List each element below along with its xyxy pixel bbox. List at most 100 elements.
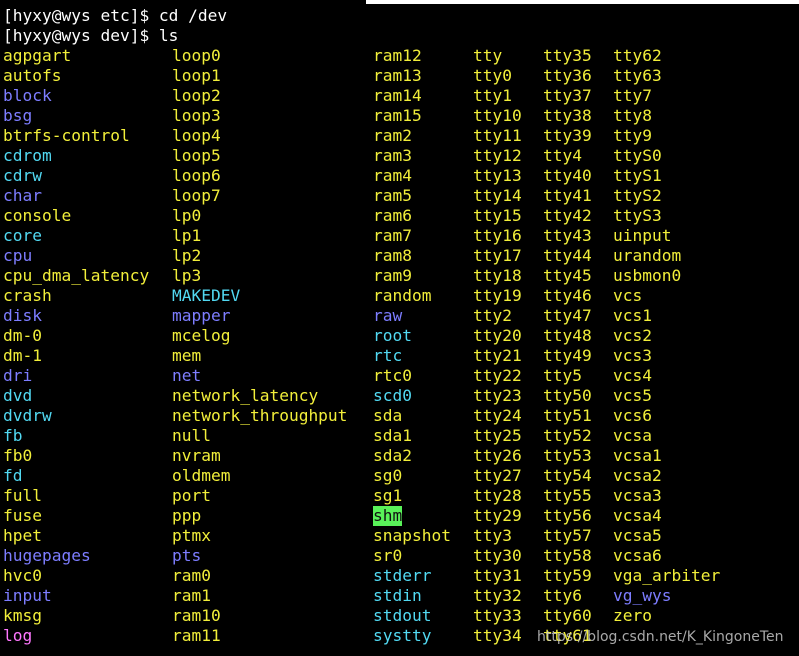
ls-entry: tty38 — [543, 106, 592, 125]
ls-entry: mapper — [172, 306, 231, 325]
ls-entry: tty28 — [473, 486, 522, 505]
ls-entry: hpet — [3, 526, 42, 545]
ls-entry: input — [3, 586, 52, 605]
prompt-line-1: [hyxy@wys etc]$ cd /dev — [3, 6, 228, 25]
ls-entry: lp2 — [172, 246, 202, 265]
ls-entry: ram0 — [172, 566, 211, 585]
ls-entry: tty — [473, 46, 503, 65]
ls-entry: pts — [172, 546, 202, 565]
ls-entry: tty0 — [473, 66, 512, 85]
ls-entry: autofs — [3, 66, 62, 85]
ls-entry: network_latency — [172, 386, 319, 405]
ls-entry: tty59 — [543, 566, 592, 585]
ls-entry: ram8 — [373, 246, 412, 265]
ls-entry: sda2 — [373, 446, 412, 465]
ls-entry: disk — [3, 306, 42, 325]
ls-entry: dm-1 — [3, 346, 42, 365]
ls-entry: root — [373, 326, 412, 345]
ls-entry: vcs3 — [613, 346, 652, 365]
ls-entry: vcsa — [613, 426, 652, 445]
ls-entry: tty43 — [543, 226, 592, 245]
ls-entry: tty12 — [473, 146, 522, 165]
ls-entry: loop6 — [172, 166, 221, 185]
ls-entry: tty56 — [543, 506, 592, 525]
ls-entry: tty11 — [473, 126, 522, 145]
watermark-text: https://blog.csdn.net/K_KingoneTen — [537, 629, 784, 645]
ls-entry: tty13 — [473, 166, 522, 185]
ls-entry: sg1 — [373, 486, 403, 505]
ls-entry: tty18 — [473, 266, 522, 285]
ls-entry: tty45 — [543, 266, 592, 285]
ls-entry: mem — [172, 346, 202, 365]
ls-entry: tty14 — [473, 186, 522, 205]
ls-entry: vg_wys — [613, 586, 672, 605]
ls-entry: ttyS2 — [613, 186, 662, 205]
ls-entry: cdrw — [3, 166, 42, 185]
ls-entry: tty3 — [473, 526, 512, 545]
ls-entry: tty4 — [543, 146, 582, 165]
ls-entry: shm — [373, 506, 403, 526]
ls-entry: ram3 — [373, 146, 412, 165]
ls-entry: ram15 — [373, 106, 422, 125]
ls-entry: vcs — [613, 286, 643, 305]
ls-entry: dri — [3, 366, 33, 385]
ls-entry: vcsa5 — [613, 526, 662, 545]
ls-entry: stdin — [373, 586, 422, 605]
ls-entry: ram7 — [373, 226, 412, 245]
ls-entry: vcsa3 — [613, 486, 662, 505]
ls-entry: tty35 — [543, 46, 592, 65]
ls-entry: tty26 — [473, 446, 522, 465]
ls-entry: oldmem — [172, 466, 231, 485]
ls-entry: tty34 — [473, 626, 522, 645]
ls-entry: tty51 — [543, 406, 592, 425]
ls-entry: snapshot — [373, 526, 451, 545]
ls-entry: nvram — [172, 446, 221, 465]
ls-entry: tty62 — [613, 46, 662, 65]
ls-entry: tty9 — [613, 126, 652, 145]
ls-entry: usbmon0 — [613, 266, 682, 285]
ls-entry: sr0 — [373, 546, 403, 565]
ls-entry: vcsa2 — [613, 466, 662, 485]
ls-entry: tty32 — [473, 586, 522, 605]
ls-entry: tty24 — [473, 406, 522, 425]
ls-entry: lp1 — [172, 226, 202, 245]
window-edge-strip — [366, 0, 799, 4]
ls-entry: ram10 — [172, 606, 221, 625]
ls-entry: ram12 — [373, 46, 422, 65]
ls-entry: MAKEDEV — [172, 286, 241, 305]
ls-entry: tty2 — [473, 306, 512, 325]
ls-entry: tty58 — [543, 546, 592, 565]
ls-entry: log — [3, 626, 33, 645]
ls-entry: loop7 — [172, 186, 221, 205]
ls-entry: tty57 — [543, 526, 592, 545]
ls-entry: tty30 — [473, 546, 522, 565]
ls-entry: vcs1 — [613, 306, 652, 325]
ls-entry: vcs6 — [613, 406, 652, 425]
ls-entry: tty1 — [473, 86, 512, 105]
ls-entry: vcsa1 — [613, 446, 662, 465]
ls-entry: ppp — [172, 506, 202, 525]
ls-entry: tty23 — [473, 386, 522, 405]
ls-entry: tty36 — [543, 66, 592, 85]
ls-entry: tty42 — [543, 206, 592, 225]
ls-entry: tty8 — [613, 106, 652, 125]
ls-entry: network_throughput — [172, 406, 348, 425]
ls-entry: tty48 — [543, 326, 592, 345]
ls-entry: zero — [613, 606, 652, 625]
ls-entry: tty52 — [543, 426, 592, 445]
ls-entry: sda1 — [373, 426, 412, 445]
ls-entry: loop2 — [172, 86, 221, 105]
ls-entry: dvdrw — [3, 406, 52, 425]
ls-entry: tty33 — [473, 606, 522, 625]
ls-entry: fb0 — [3, 446, 33, 465]
ls-entry: bsg — [3, 106, 33, 125]
ls-entry: fuse — [3, 506, 42, 525]
ls-entry: random — [373, 286, 432, 305]
ls-entry: scd0 — [373, 386, 412, 405]
ls-entry: tty29 — [473, 506, 522, 525]
terminal-window[interactable]: [hyxy@wys etc]$ cd /dev [hyxy@wys dev]$ … — [0, 0, 799, 656]
ls-entry: tty53 — [543, 446, 592, 465]
ls-entry: tty63 — [613, 66, 662, 85]
ls-entry: tty27 — [473, 466, 522, 485]
ls-entry: tty46 — [543, 286, 592, 305]
